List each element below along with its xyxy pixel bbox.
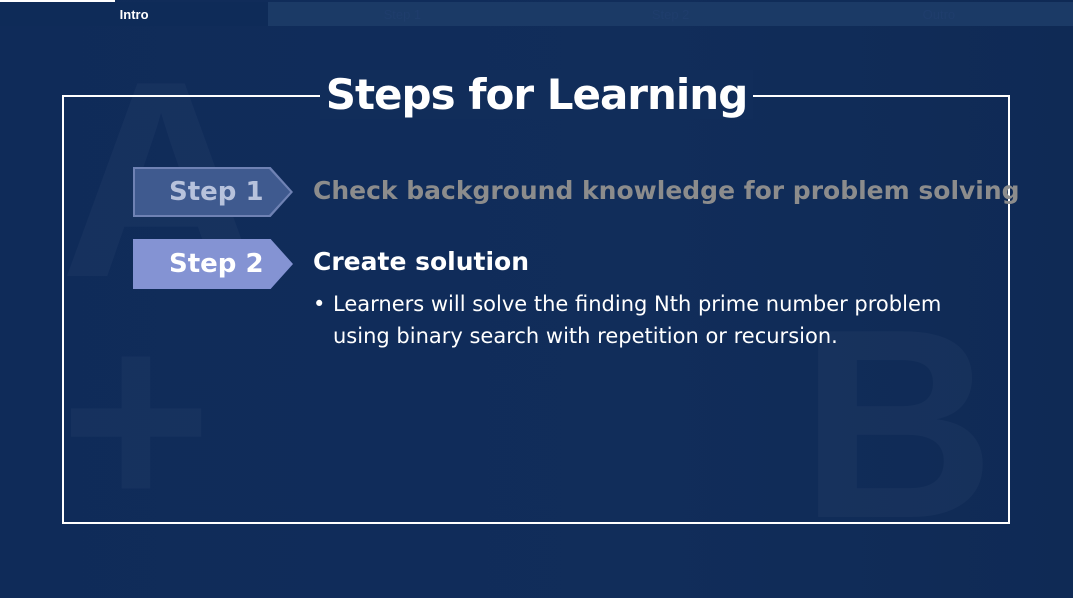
step-2-bullet: • Learners will solve the finding Nth pri… — [313, 288, 953, 352]
step-1-label: Step 1 — [169, 177, 264, 207]
slide-title: Steps for Learning — [319, 70, 754, 119]
tab-intro[interactable]: Intro — [0, 2, 269, 26]
step-2-badge: Step 2 — [133, 239, 293, 289]
tab-outro[interactable]: Outro — [804, 2, 1073, 26]
bullet-icon: • — [313, 292, 326, 316]
tab-step-1[interactable]: Step 1 — [268, 2, 537, 26]
step-1-badge: Step 1 — [133, 167, 293, 217]
step-2-label: Step 2 — [169, 249, 264, 279]
tab-step-2[interactable]: Step 2 — [536, 2, 805, 26]
slide: A + B Intro Step 1 Step 2 Outro Steps fo… — [0, 0, 1073, 598]
chapter-tabs: Intro Step 1 Step 2 Outro — [0, 2, 1073, 26]
step-2-text: Create solution — [313, 247, 530, 276]
slide-title-wrap: Steps for Learning — [0, 70, 1073, 119]
step-1-text: Check background knowledge for problem s… — [313, 176, 1020, 205]
step-2-bullet-text: Learners will solve the finding Nth prim… — [333, 292, 942, 348]
